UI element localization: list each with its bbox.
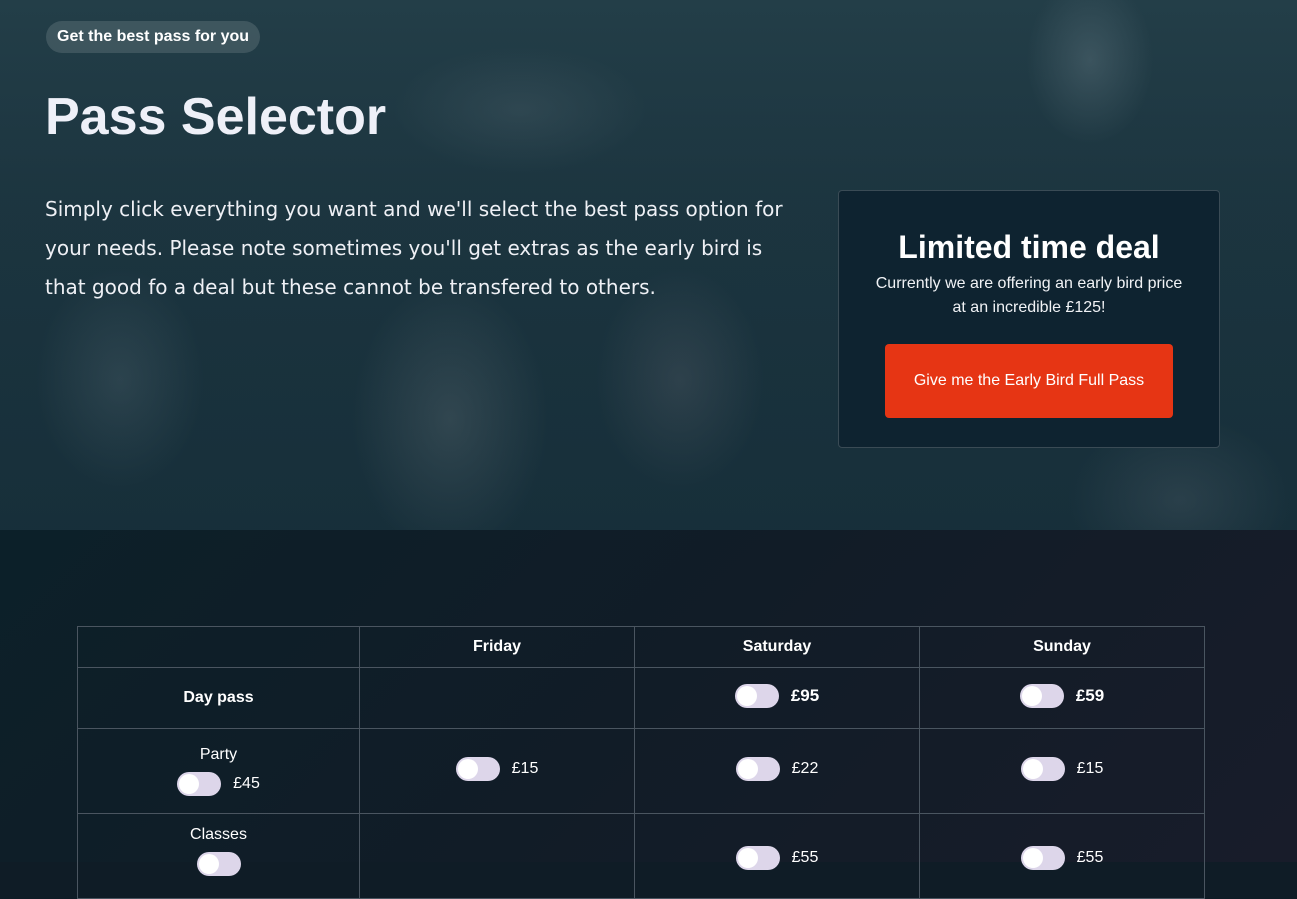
day-pass-label-cell: Day pass (77, 667, 360, 729)
table-row-day-pass: Day pass £95 £59 (77, 667, 1205, 729)
party-sunday-price: £15 (1076, 759, 1104, 777)
party-all-price: £45 (233, 775, 260, 792)
header-empty (77, 626, 360, 668)
classes-saturday-toggle[interactable] (735, 846, 780, 870)
deal-card: Limited time deal Currently we are offer… (838, 190, 1220, 448)
day-pass-saturday-toggle[interactable] (734, 683, 779, 708)
party-sunday-toggle[interactable] (1020, 756, 1065, 781)
party-all-toggle[interactable] (177, 772, 222, 796)
table-row-classes: Classes £55 £55 (77, 813, 1205, 899)
day-pass-sunday-cell: £59 (919, 667, 1205, 729)
classes-all-toggle[interactable] (196, 852, 241, 876)
header-friday: Friday (359, 626, 635, 668)
day-pass-sunday-price: £59 (1075, 685, 1105, 705)
table-row-party: Party £45 £15 £22 £15 (77, 728, 1205, 814)
party-saturday-toggle[interactable] (735, 756, 780, 781)
deal-title: Limited time deal (898, 229, 1160, 265)
party-label: Party (199, 746, 238, 763)
page-title: Pass Selector (45, 88, 387, 146)
classes-saturday-price: £55 (791, 849, 819, 866)
party-friday-price: £15 (511, 759, 539, 777)
header-sunday: Sunday (919, 626, 1205, 668)
hero-section: Get the best pass for you Pass Selector … (0, 0, 1297, 530)
classes-label-cell: Classes (77, 813, 360, 899)
intro-text: Simply click everything you want and we'… (45, 197, 783, 299)
hero-badge: Get the best pass for you (46, 21, 261, 53)
party-saturday-price: £22 (791, 759, 819, 777)
day-pass-sunday-toggle[interactable] (1019, 683, 1064, 708)
party-friday-cell: £15 (359, 728, 635, 814)
party-label-cell: Party £45 (77, 728, 360, 814)
table-header-row: Friday Saturday Sunday (77, 626, 1205, 668)
deal-text: Currently we are offering an early bird … (875, 275, 1183, 316)
day-pass-friday-cell (359, 667, 635, 729)
classes-friday-cell (359, 813, 635, 899)
classes-sunday-price: £55 (1076, 849, 1104, 866)
day-pass-label: Day pass (183, 689, 254, 706)
day-pass-saturday-cell: £95 (634, 667, 920, 729)
party-friday-toggle[interactable] (455, 756, 500, 781)
classes-sunday-cell: £55 (919, 813, 1205, 899)
early-bird-button[interactable]: Give me the Early Bird Full Pass (885, 344, 1173, 418)
party-sunday-cell: £15 (919, 728, 1205, 814)
classes-sunday-toggle[interactable] (1020, 846, 1065, 870)
pass-table-section: Friday Saturday Sunday Day pass £95 £59 (0, 530, 1297, 899)
header-saturday: Saturday (634, 626, 920, 668)
classes-saturday-cell: £55 (634, 813, 920, 899)
day-pass-saturday-price: £95 (790, 685, 820, 705)
classes-label: Classes (190, 826, 247, 843)
party-saturday-cell: £22 (634, 728, 920, 814)
pass-table: Friday Saturday Sunday Day pass £95 £59 (77, 626, 1205, 899)
